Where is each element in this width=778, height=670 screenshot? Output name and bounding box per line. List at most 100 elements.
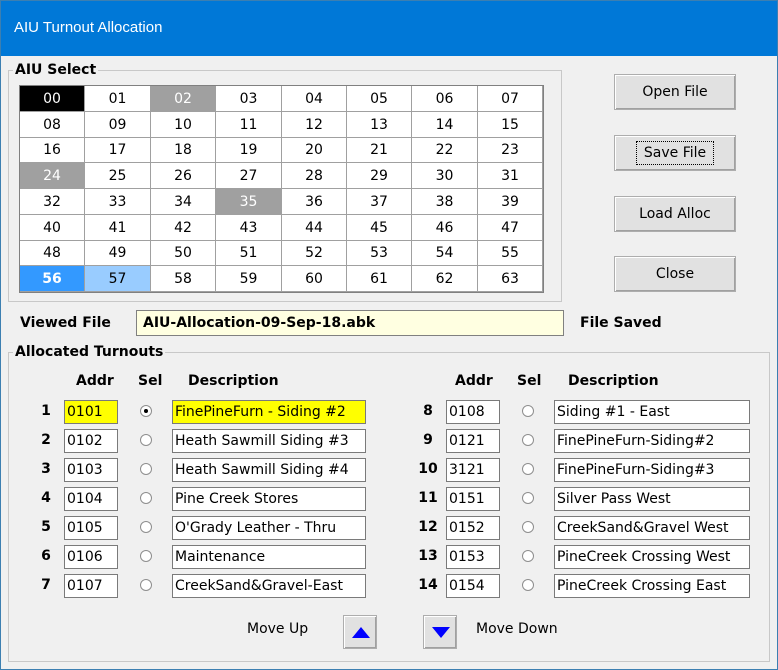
select-radio[interactable] — [522, 521, 534, 533]
aiu-cell[interactable]: 14 — [412, 112, 478, 138]
description-field[interactable]: CreekSand&Gravel-East — [172, 574, 366, 598]
addr-field[interactable]: 0153 — [446, 545, 500, 569]
addr-field[interactable]: 0102 — [64, 429, 118, 453]
aiu-cell[interactable]: 20 — [282, 138, 347, 163]
aiu-cell[interactable]: 61 — [347, 266, 412, 292]
aiu-cell[interactable]: 04 — [282, 86, 347, 112]
aiu-cell[interactable]: 40 — [20, 215, 85, 241]
aiu-cell[interactable]: 15 — [478, 112, 543, 138]
aiu-cell[interactable]: 03 — [216, 86, 282, 112]
select-radio[interactable] — [522, 579, 534, 591]
aiu-cell[interactable]: 44 — [282, 215, 347, 241]
addr-field[interactable]: 0108 — [446, 400, 500, 424]
addr-field[interactable]: 0121 — [446, 429, 500, 453]
addr-field[interactable]: 0106 — [64, 545, 118, 569]
aiu-cell[interactable]: 23 — [478, 138, 543, 163]
aiu-cell[interactable]: 24 — [20, 163, 85, 189]
addr-field[interactable]: 0151 — [446, 487, 500, 511]
description-field[interactable]: Siding #1 - East — [554, 400, 750, 424]
aiu-cell[interactable]: 38 — [412, 189, 478, 215]
aiu-cell[interactable]: 07 — [478, 86, 543, 112]
aiu-cell[interactable]: 11 — [216, 112, 282, 138]
addr-field[interactable]: 0154 — [446, 574, 500, 598]
aiu-cell[interactable]: 02 — [151, 86, 216, 112]
select-radio[interactable] — [140, 550, 152, 562]
open-file-button[interactable]: Open File — [614, 74, 736, 110]
aiu-cell[interactable]: 27 — [216, 163, 282, 189]
aiu-cell[interactable]: 22 — [412, 138, 478, 163]
aiu-cell[interactable]: 36 — [282, 189, 347, 215]
select-radio[interactable] — [140, 405, 152, 417]
aiu-cell[interactable]: 06 — [412, 86, 478, 112]
aiu-cell[interactable]: 45 — [347, 215, 412, 241]
description-field[interactable]: CreekSand&Gravel West — [554, 516, 750, 540]
aiu-cell[interactable]: 08 — [20, 112, 85, 138]
move-up-button[interactable] — [343, 615, 377, 649]
aiu-cell[interactable]: 34 — [151, 189, 216, 215]
aiu-cell[interactable]: 19 — [216, 138, 282, 163]
aiu-cell[interactable]: 28 — [282, 163, 347, 189]
select-radio[interactable] — [522, 463, 534, 475]
aiu-cell[interactable]: 05 — [347, 86, 412, 112]
aiu-cell[interactable]: 30 — [412, 163, 478, 189]
description-field[interactable]: Heath Sawmill Siding #4 — [172, 458, 366, 482]
aiu-cell[interactable]: 26 — [151, 163, 216, 189]
aiu-cell[interactable]: 32 — [20, 189, 85, 215]
aiu-cell[interactable]: 37 — [347, 189, 412, 215]
aiu-cell[interactable]: 13 — [347, 112, 412, 138]
select-radio[interactable] — [522, 405, 534, 417]
aiu-cell[interactable]: 10 — [151, 112, 216, 138]
description-field[interactable]: PineCreek Crossing West — [554, 545, 750, 569]
description-field[interactable]: Heath Sawmill Siding #3 — [172, 429, 366, 453]
aiu-cell[interactable]: 16 — [20, 138, 85, 163]
select-radio[interactable] — [140, 463, 152, 475]
aiu-cell[interactable]: 39 — [478, 189, 543, 215]
select-radio[interactable] — [140, 434, 152, 446]
aiu-cell[interactable]: 21 — [347, 138, 412, 163]
aiu-cell[interactable]: 31 — [478, 163, 543, 189]
aiu-cell[interactable]: 12 — [282, 112, 347, 138]
description-field[interactable]: FinePineFurn-Siding#2 — [554, 429, 750, 453]
aiu-cell[interactable]: 42 — [151, 215, 216, 241]
description-field[interactable]: Maintenance — [172, 545, 366, 569]
aiu-cell[interactable]: 52 — [282, 241, 347, 266]
description-field[interactable]: O'Grady Leather - Thru — [172, 516, 366, 540]
aiu-cell[interactable]: 50 — [151, 241, 216, 266]
addr-field[interactable]: 0107 — [64, 574, 118, 598]
move-down-button[interactable] — [423, 615, 457, 649]
aiu-cell[interactable]: 00 — [20, 86, 85, 112]
aiu-cell[interactable]: 01 — [85, 86, 151, 112]
select-radio[interactable] — [522, 550, 534, 562]
addr-field[interactable]: 3121 — [446, 458, 500, 482]
select-radio[interactable] — [522, 492, 534, 504]
aiu-cell[interactable]: 47 — [478, 215, 543, 241]
aiu-cell[interactable]: 49 — [85, 241, 151, 266]
aiu-cell[interactable]: 63 — [478, 266, 543, 292]
aiu-cell[interactable]: 59 — [216, 266, 282, 292]
aiu-cell[interactable]: 60 — [282, 266, 347, 292]
addr-field[interactable]: 0101 — [64, 400, 118, 424]
close-button[interactable]: Close — [614, 256, 736, 292]
aiu-cell[interactable]: 43 — [216, 215, 282, 241]
aiu-cell[interactable]: 09 — [85, 112, 151, 138]
aiu-cell[interactable]: 51 — [216, 241, 282, 266]
aiu-cell[interactable]: 17 — [85, 138, 151, 163]
select-radio[interactable] — [522, 434, 534, 446]
aiu-cell[interactable]: 46 — [412, 215, 478, 241]
aiu-cell[interactable]: 18 — [151, 138, 216, 163]
aiu-cell[interactable]: 48 — [20, 241, 85, 266]
description-field[interactable]: Silver Pass West — [554, 487, 750, 511]
description-field[interactable]: FinePineFurn - Siding #2 — [172, 400, 366, 424]
addr-field[interactable]: 0105 — [64, 516, 118, 540]
load-alloc-button[interactable]: Load Alloc — [614, 196, 736, 232]
aiu-cell[interactable]: 29 — [347, 163, 412, 189]
aiu-cell[interactable]: 58 — [151, 266, 216, 292]
description-field[interactable]: PineCreek Crossing East — [554, 574, 750, 598]
addr-field[interactable]: 0152 — [446, 516, 500, 540]
aiu-cell[interactable]: 41 — [85, 215, 151, 241]
aiu-cell[interactable]: 54 — [412, 241, 478, 266]
aiu-cell[interactable]: 25 — [85, 163, 151, 189]
aiu-cell[interactable]: 53 — [347, 241, 412, 266]
aiu-cell[interactable]: 57 — [85, 266, 151, 292]
select-radio[interactable] — [140, 492, 152, 504]
